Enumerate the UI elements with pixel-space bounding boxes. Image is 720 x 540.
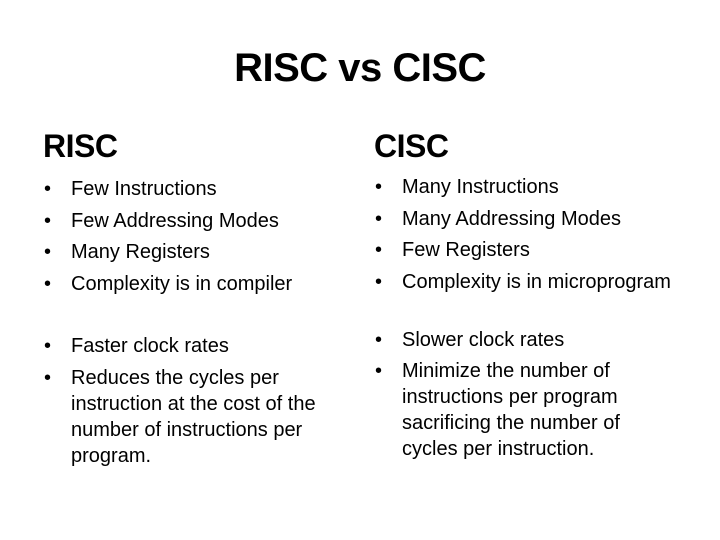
cisc-heading: CISC (374, 128, 449, 164)
list-item-text: Few Registers (402, 239, 530, 261)
bullet-icon: • (44, 367, 52, 389)
list-item: • Few Registers (375, 237, 675, 263)
list-item-text: Slower clock rates (402, 329, 565, 351)
bullet-icon: • (44, 178, 52, 200)
bullet-icon: • (375, 329, 383, 351)
list-item: • Few Instructions (44, 174, 354, 206)
bullet-icon: • (44, 272, 52, 295)
bullet-icon: • (44, 209, 52, 232)
list-item-text: Faster clock rates (71, 335, 229, 357)
list-item: • Minimize the number of instructions per… (375, 358, 675, 462)
slide: RISC vs CISC RISC CISC • Few Instructions… (0, 0, 720, 540)
bullet-icon: • (375, 207, 383, 230)
risc-performance-list: • Faster clock rates • Reduces the cycles … (44, 333, 354, 469)
list-item: • Many Registers (44, 237, 354, 269)
list-item-text: Complexity is in microprogram (402, 270, 671, 293)
list-item-text: Minimize the number of instructions per … (402, 360, 620, 460)
list-item: • Few Addressing Modes (44, 206, 354, 238)
list-item-text: Reduces the cycles per instruction at th… (71, 367, 316, 467)
list-item: • Faster clock rates (44, 333, 354, 359)
list-item: • Many Instructions (375, 174, 675, 200)
list-item-text: Many Registers (71, 241, 210, 263)
list-item-text: Few Instructions (71, 178, 217, 200)
bullet-icon: • (375, 176, 383, 198)
list-item: • Complexity is in compiler (44, 269, 354, 301)
cisc-performance-list: • Slower clock rates • Minimize the number… (375, 327, 675, 462)
list-item-text: Few Addressing Modes (71, 209, 279, 232)
bullet-icon: • (375, 239, 383, 261)
list-item: • Reduces the cycles per instruction at t… (44, 365, 354, 469)
list-item-text: Complexity is in compiler (71, 272, 293, 295)
slide-title: RISC vs CISC (234, 46, 486, 90)
list-item-text: Many Instructions (402, 176, 559, 198)
bullet-icon: • (375, 270, 383, 293)
list-item-text: Many Addressing Modes (402, 207, 622, 230)
cisc-feature-list: • Many Instructions • Many Addressing Mode… (375, 174, 675, 295)
list-item: • Slower clock rates (375, 327, 675, 353)
bullet-icon: • (375, 360, 383, 382)
list-item: • Many Addressing Modes (375, 206, 675, 232)
bullet-icon: • (44, 241, 52, 263)
risc-heading: RISC (43, 128, 118, 164)
risc-feature-list: • Few Instructions • Few Addressing Modes … (44, 174, 354, 300)
list-item: • Complexity is in microprogram (375, 269, 675, 295)
bullet-icon: • (44, 335, 52, 357)
